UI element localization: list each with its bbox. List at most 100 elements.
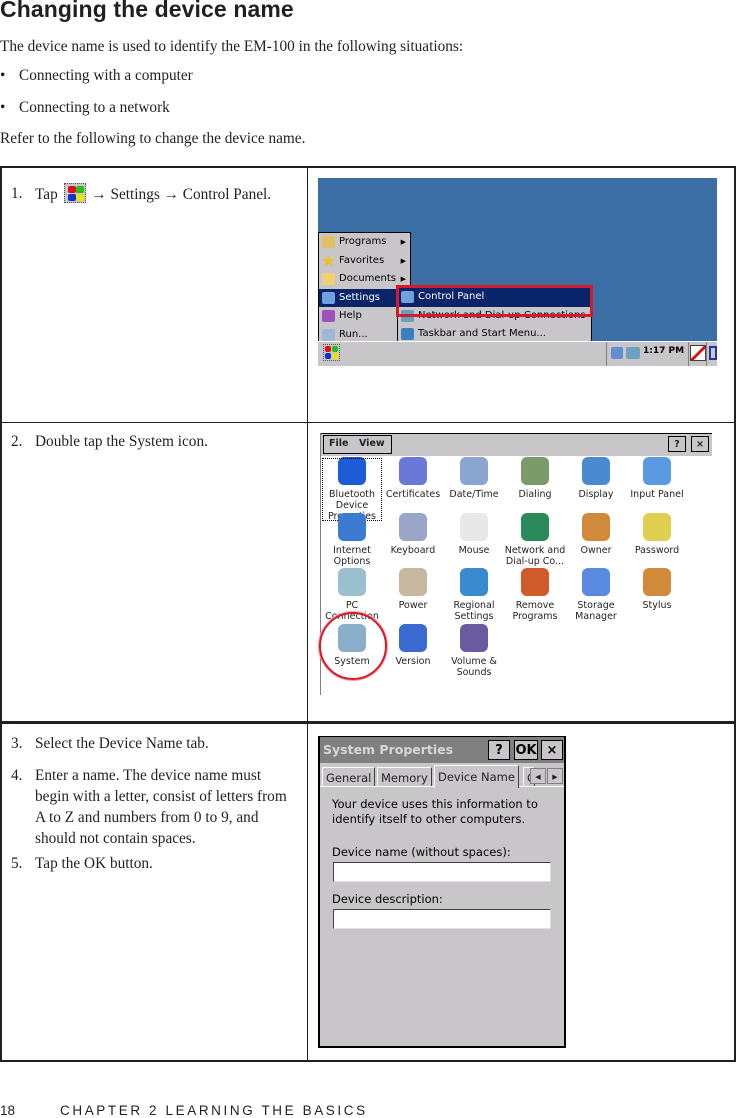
control-panel-item-label: Display [578, 489, 614, 500]
control-panel-item[interactable]: Version [382, 624, 444, 667]
control-panel-item[interactable]: Remove Programs [504, 568, 566, 622]
control-panel-item[interactable]: Network and Dial-up Co... [504, 513, 566, 567]
submenu-arrow-icon: ▶ [400, 238, 406, 246]
control-panel-item[interactable]: Storage Manager [565, 568, 627, 622]
control-panel-item[interactable]: Owner [565, 513, 627, 556]
chapter-title: CHAPTER 2 LEARNING THE BASICS [60, 1103, 368, 1118]
control-panel-item-label: Volume & Sounds [451, 656, 497, 678]
control-panel-item[interactable]: Internet Options [321, 513, 383, 567]
tab-general[interactable]: General [322, 767, 376, 787]
display-monitor-icon [582, 457, 610, 485]
clock[interactable]: 1:17 PM [643, 346, 684, 356]
step-text-post: → Settings → Control Panel. [91, 186, 272, 203]
tab-scroll-left-icon[interactable]: ◀ [530, 768, 546, 784]
help-button[interactable]: ? [488, 740, 510, 760]
network-tray-icon[interactable] [611, 347, 623, 359]
dialing-phone-icon [521, 457, 549, 485]
control-panel-item[interactable]: Mouse [443, 513, 505, 556]
version-icon [399, 624, 427, 652]
menu-label: Help [339, 310, 362, 321]
device-name-input[interactable] [333, 862, 551, 882]
bluetooth-icon [338, 457, 366, 485]
step-number: 1. [11, 185, 23, 202]
volume-sounds-icon [460, 624, 488, 652]
close-button[interactable]: × [691, 436, 709, 452]
screenshot-system-properties: System Properties ? OK × General Memory … [318, 736, 566, 1048]
device-name-label: Device name (without spaces): [332, 845, 511, 859]
bullet-item: • Connecting with a computer [0, 67, 193, 85]
tray-divider [688, 342, 689, 366]
tray-divider [606, 342, 607, 366]
menu-label: Programs [339, 236, 387, 247]
close-button[interactable]: × [541, 740, 563, 760]
ok-button[interactable]: OK [514, 740, 538, 760]
control-panel-item[interactable]: Display [565, 457, 627, 500]
control-panel-item-label: Storage Manager [575, 600, 617, 622]
device-description-input[interactable] [333, 909, 551, 929]
certificates-gear-icon [399, 457, 427, 485]
stylus-icon [643, 568, 671, 596]
desktop-tray-icon[interactable] [709, 346, 717, 360]
help-icon [322, 310, 335, 322]
step-1: 1. Tap → Settings → Control Panel. [11, 183, 291, 205]
tab-memory[interactable]: Memory [377, 767, 432, 787]
network-globe-icon [521, 513, 549, 541]
control-panel-item[interactable]: Stylus [626, 568, 688, 611]
step-number: 3. [11, 735, 23, 752]
storage-manager-icon [582, 568, 610, 596]
menu-view[interactable]: View [359, 436, 385, 452]
control-panel-item-label: Date/Time [449, 489, 499, 500]
page-heading: Changing the device name [0, 0, 294, 22]
control-panel-item[interactable]: Volume & Sounds [443, 624, 505, 678]
favorites-star-icon [322, 254, 335, 267]
control-panel-item-label: Power [398, 600, 428, 611]
connection-tray-icon[interactable] [626, 347, 640, 359]
step-text-pre: Tap [35, 186, 58, 203]
control-panel-item-label: Internet Options [333, 545, 371, 567]
control-panel-item[interactable]: Power [382, 568, 444, 611]
bullet-item: • Connecting to a network [0, 99, 170, 117]
step-number: 4. [11, 767, 23, 784]
step-number: 5. [11, 855, 23, 872]
control-panel-item-label: Input Panel [630, 489, 684, 500]
tab-scroll-right-icon[interactable]: ▶ [547, 768, 563, 784]
control-panel-menubar: File View ? × [321, 433, 712, 456]
menu-label: Settings [339, 291, 381, 303]
help-button[interactable]: ? [668, 436, 686, 452]
control-panel-item-label: Keyboard [390, 545, 436, 556]
row-divider [2, 422, 734, 423]
step-3: 3. Select the Device Name tab. [11, 733, 291, 754]
input-panel-tray-icon[interactable] [690, 345, 706, 361]
control-panel-item[interactable]: Regional Settings [443, 568, 505, 622]
control-panel-item-label: Regional Settings [453, 600, 495, 622]
windows-start-icon [63, 183, 86, 203]
device-info-text: Your device uses this information to ide… [332, 797, 538, 826]
owner-users-icon [582, 513, 610, 541]
start-button[interactable] [323, 344, 340, 361]
dialog-title-bar: System Properties ? OK × [320, 737, 564, 763]
page-number: 18 [0, 1103, 16, 1118]
control-panel-item[interactable]: Password [626, 513, 688, 556]
control-panel-item[interactable]: Date/Time [443, 457, 505, 500]
menu-file[interactable]: File [329, 436, 348, 452]
settings-icon [322, 291, 335, 304]
column-divider [307, 168, 308, 1060]
step-number: 2. [11, 433, 23, 450]
control-panel-item-label: Certificates [385, 489, 441, 500]
control-panel-item[interactable]: Input Panel [626, 457, 688, 500]
menu-item-programs[interactable]: Programs ▶ [319, 233, 410, 252]
control-panel-item-label: Dialing [518, 489, 552, 500]
step-text: Double tap the System icon. [35, 433, 208, 450]
row-divider [2, 721, 734, 724]
control-panel-item-label: Network and Dial-up Co... [504, 545, 566, 567]
step-text: Select the Device Name tab. [35, 735, 209, 752]
control-panel-item[interactable]: Certificates [382, 457, 444, 500]
keyboard-icon [399, 513, 427, 541]
control-panel-item[interactable]: Dialing [504, 457, 566, 500]
tab-device-name[interactable]: Device Name [434, 765, 519, 788]
remove-programs-icon [521, 568, 549, 596]
mouse-icon [460, 513, 488, 541]
control-panel-item-label: Owner [580, 545, 612, 556]
menu-item-favorites[interactable]: Favorites ▶ [319, 252, 410, 271]
control-panel-item[interactable]: Keyboard [382, 513, 444, 556]
